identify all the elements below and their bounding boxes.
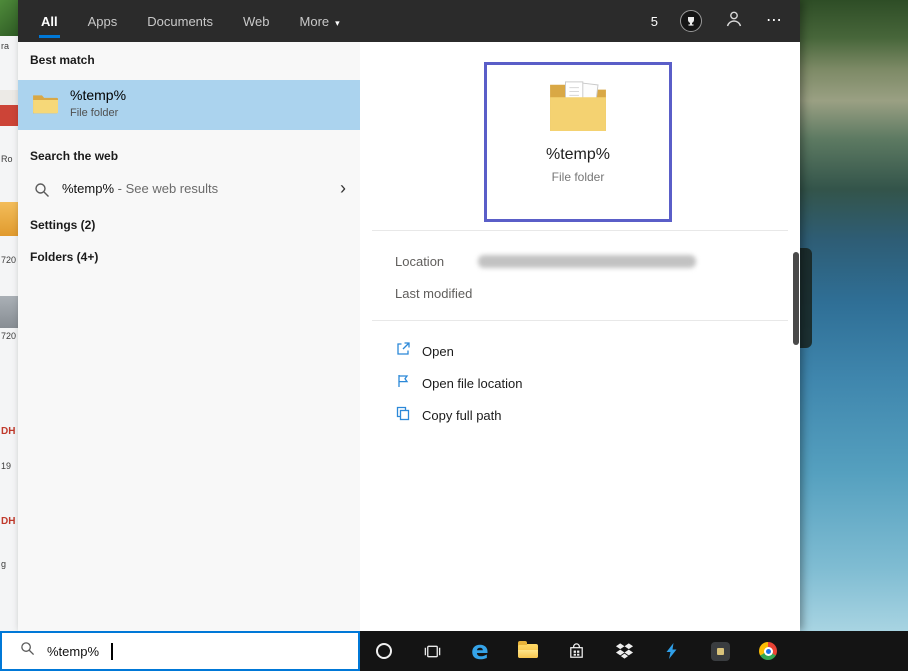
taskbar: %temp% e xyxy=(0,631,908,671)
wallpaper-rock-detail xyxy=(800,248,812,348)
desktop-wallpaper xyxy=(800,0,908,631)
open-file-location-icon xyxy=(395,373,411,394)
best-match-result[interactable]: %temp% File folder xyxy=(18,80,360,130)
edge-glyph: e xyxy=(471,638,489,664)
scrollbar-thumb[interactable] xyxy=(793,252,799,345)
rewards-icon[interactable] xyxy=(680,10,702,32)
preview-title: %temp% xyxy=(546,146,610,164)
desktop-icon-label: 720 xyxy=(1,332,18,341)
desktop-icon-label: g xyxy=(1,560,18,569)
chrome-ring xyxy=(759,642,777,660)
preview-subtitle: File folder xyxy=(552,170,605,184)
text-cursor xyxy=(111,643,113,660)
desktop-icon-fragment[interactable] xyxy=(0,296,18,328)
preview-panel: %temp% File folder Location Last modifie… xyxy=(360,42,800,631)
settings-group[interactable]: Settings (2) xyxy=(30,218,95,232)
folders-group[interactable]: Folders (4+) xyxy=(30,250,98,264)
taskbar-icons: e xyxy=(360,631,792,671)
topbar-right-cluster: 5 ⋯ xyxy=(651,9,800,34)
copy-full-path-label: Copy full path xyxy=(422,408,502,423)
cortana-ring xyxy=(376,643,392,659)
search-web-header: Search the web xyxy=(30,149,118,163)
task-view-icon[interactable] xyxy=(408,631,456,671)
ellipsis-icon[interactable]: ⋯ xyxy=(766,13,782,29)
user-icon[interactable] xyxy=(724,9,744,34)
web-hint: - See web results xyxy=(118,181,218,196)
desktop-icon-fragment[interactable] xyxy=(0,202,18,236)
desktop-icon-fragment[interactable] xyxy=(0,0,18,36)
desktop-edge: ra Ro 720 720 DH 19 DH g xyxy=(0,0,18,631)
chrome-icon[interactable] xyxy=(744,631,792,671)
open-file-location-label: Open file location xyxy=(422,376,522,391)
open-icon xyxy=(395,341,411,362)
folder-icon xyxy=(32,93,58,120)
chrome-core xyxy=(766,649,771,654)
preview-actions: Open Open file location xyxy=(395,340,522,426)
results-panel: Best match %temp% File folder Search the… xyxy=(18,42,360,631)
open-file-location-action[interactable]: Open file location xyxy=(395,372,522,394)
copy-full-path-icon xyxy=(395,405,411,426)
app-tile xyxy=(711,642,730,661)
open-action[interactable]: Open xyxy=(395,340,522,362)
edge-icon[interactable]: e xyxy=(456,631,504,671)
desktop-icon-fragment[interactable] xyxy=(0,90,18,126)
copy-full-path-action[interactable]: Copy full path xyxy=(395,404,522,426)
location-value-redacted xyxy=(478,255,696,268)
cortana-icon[interactable] xyxy=(360,631,408,671)
open-label: Open xyxy=(422,344,454,359)
file-explorer-icon[interactable] xyxy=(504,631,552,671)
chrome-white xyxy=(764,647,773,656)
best-match-title: %temp% xyxy=(70,87,126,103)
web-suggestion-text: %temp% - See web results xyxy=(62,181,218,196)
desktop-icon-label: DH xyxy=(1,517,18,527)
folder-icon-large xyxy=(547,79,609,136)
best-match-header: Best match xyxy=(30,53,95,67)
desktop-icon-label: 19 xyxy=(1,462,18,471)
search-flyout: All Apps Documents Web More ▾ 5 xyxy=(18,0,800,631)
desktop-icon-label: 720 xyxy=(1,256,18,265)
location-label: Location xyxy=(395,254,444,269)
divider xyxy=(372,230,788,231)
preview-card: %temp% File folder xyxy=(484,62,672,222)
screen: ra Ro 720 720 DH 19 DH g All Apps Docume… xyxy=(0,0,908,671)
divider xyxy=(372,320,788,321)
search-query-text: %temp% xyxy=(47,644,99,659)
best-match-subtitle: File folder xyxy=(70,107,118,119)
chevron-right-icon[interactable]: › xyxy=(340,178,346,199)
tab-apps[interactable]: Apps xyxy=(88,14,118,29)
desktop-icon-label: Ro xyxy=(1,155,18,164)
taskbar-search-input[interactable]: %temp% xyxy=(0,631,360,671)
dropbox-icon[interactable] xyxy=(600,631,648,671)
tab-more[interactable]: More ▾ xyxy=(300,14,340,29)
last-modified-label: Last modified xyxy=(395,286,472,301)
search-tabs-bar: All Apps Documents Web More ▾ 5 xyxy=(18,0,800,42)
explorer-folder-shape xyxy=(518,644,538,658)
tab-more-label: More xyxy=(300,14,330,29)
bolt-app-icon[interactable] xyxy=(648,631,696,671)
tab-strip: All Apps Documents Web More ▾ xyxy=(18,14,370,29)
desktop-icon-label: DH xyxy=(1,427,18,437)
chevron-down-icon: ▾ xyxy=(335,18,340,28)
tab-all[interactable]: All xyxy=(41,14,58,29)
search-icon xyxy=(20,641,35,661)
tab-documents[interactable]: Documents xyxy=(147,14,213,29)
trophy-glyph xyxy=(685,15,697,27)
tab-web[interactable]: Web xyxy=(243,14,270,29)
desktop-icon-label: ra xyxy=(1,42,18,51)
app-icon[interactable] xyxy=(696,631,744,671)
search-icon xyxy=(34,182,50,203)
store-icon[interactable] xyxy=(552,631,600,671)
rewards-count: 5 xyxy=(651,14,658,29)
web-suggestion[interactable]: %temp% - See web results › xyxy=(18,171,360,209)
web-query: %temp% xyxy=(62,181,114,196)
